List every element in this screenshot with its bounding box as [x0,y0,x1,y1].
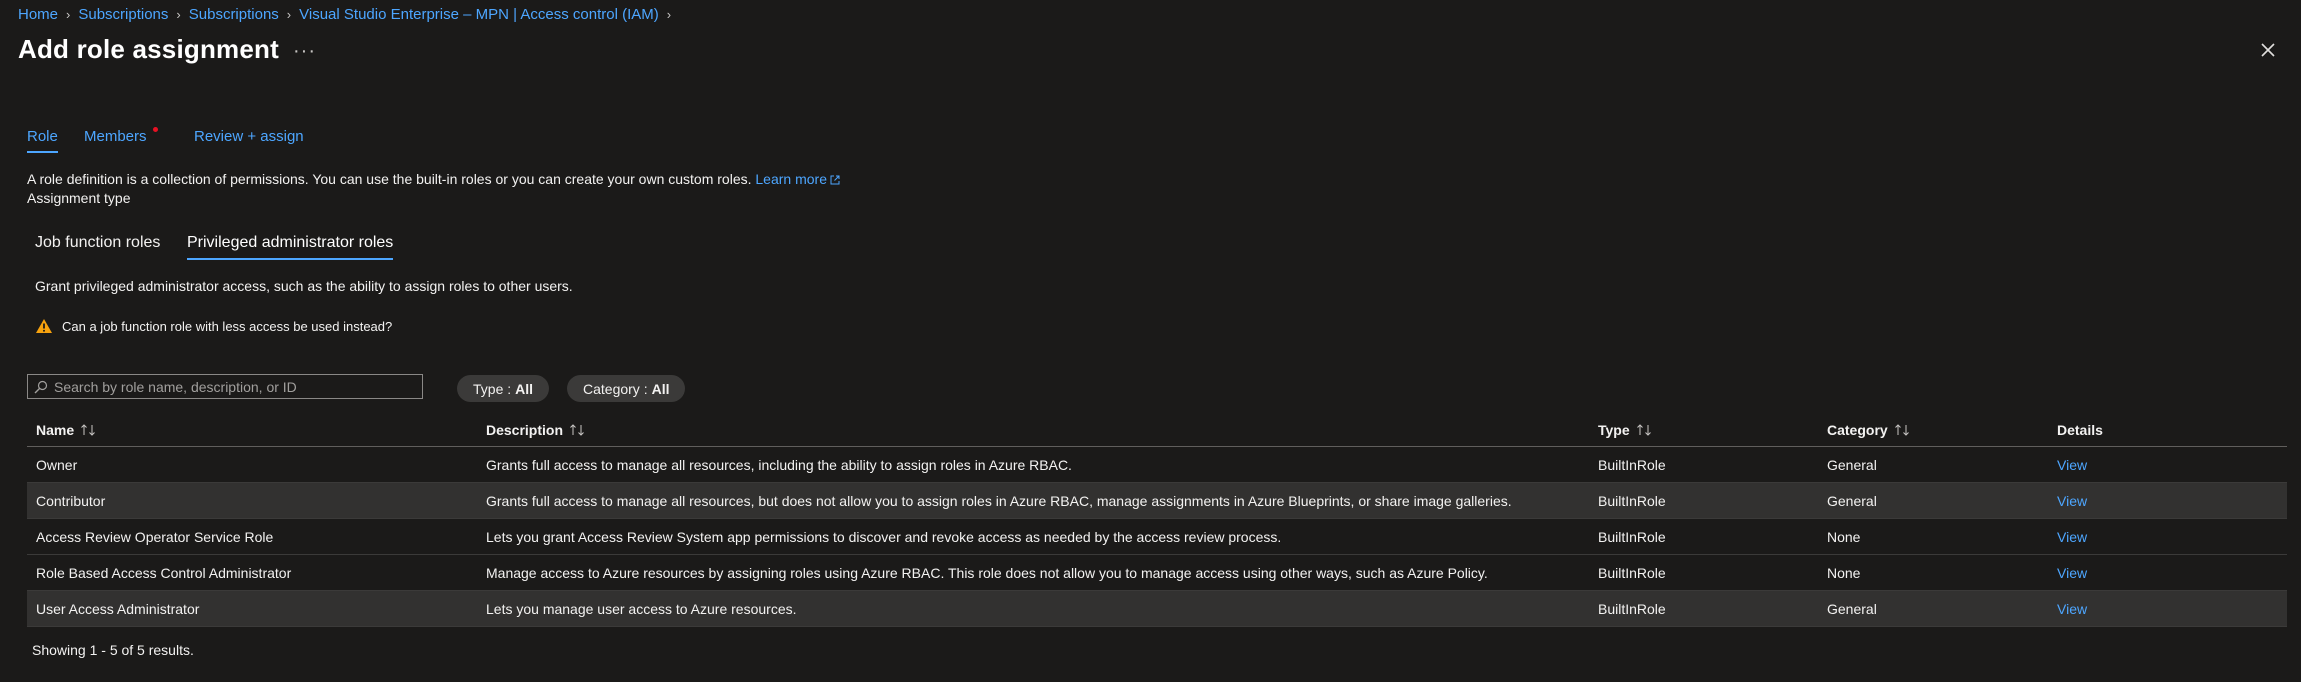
view-details-link[interactable]: View [2057,601,2087,617]
warning-text: Can a job function role with less access… [62,318,393,334]
column-header-details: Details [2057,421,2103,438]
more-options-icon[interactable]: ··· [293,40,316,63]
view-details-link[interactable]: View [2057,457,2087,473]
chevron-right-icon: › [176,6,181,22]
table-row[interactable]: Access Review Operator Service Role Lets… [27,519,2287,555]
tab-review-assign[interactable]: Review + assign [194,128,304,145]
warning-icon [36,319,52,333]
role-name: User Access Administrator [36,600,200,617]
breadcrumb-access-control[interactable]: Visual Studio Enterprise – MPN | Access … [299,6,659,23]
role-type: BuiltInRole [1598,492,1666,509]
role-name: Role Based Access Control Administrator [36,564,292,581]
view-details-link[interactable]: View [2057,529,2087,545]
view-details-link[interactable]: View [2057,493,2087,509]
search-box[interactable] [27,374,423,399]
learn-more-link[interactable]: Learn more [755,171,840,187]
filter-category-label: Category : [583,380,648,397]
role-type: BuiltInRole [1598,456,1666,473]
role-category: None [1827,528,1861,545]
chevron-right-icon: › [66,6,71,22]
table-row[interactable]: Owner Grants full access to manage all r… [27,447,2287,483]
page-title: Add role assignment [18,34,279,64]
role-description: Manage access to Azure resources by assi… [486,564,1488,581]
filter-category-pill[interactable]: Category : All [567,375,686,402]
search-icon [34,380,48,393]
external-link-icon [830,175,840,185]
column-header-name[interactable]: Name [36,413,96,446]
sort-icon [81,423,95,436]
table-row[interactable]: Role Based Access Control Administrator … [27,555,2287,591]
sort-icon [1894,423,1909,436]
column-header-type[interactable]: Type [1598,413,1652,446]
sort-icon [1636,423,1651,436]
breadcrumb-home[interactable]: Home [18,6,58,23]
intro-text: A role definition is a collection of per… [27,171,752,187]
role-description: Grants full access to manage all resourc… [486,456,1072,473]
roles-table: Name Description Type Category Details O… [27,413,2287,627]
role-definition-intro: A role definition is a collection of per… [27,171,840,187]
column-header-category[interactable]: Category [1827,413,1910,446]
filter-type-label: Type : [473,380,512,397]
table-row[interactable]: Contributor Grants full access to manage… [27,483,2287,519]
table-header-row: Name Description Type Category Details [27,413,2287,447]
role-type: BuiltInRole [1598,564,1666,581]
role-name: Access Review Operator Service Role [36,528,274,545]
tab-privileged-administrator-roles[interactable]: Privileged administrator roles [187,234,394,260]
learn-more-label: Learn more [755,171,827,187]
members-required-badge [153,127,158,132]
filter-category-value: All [651,380,670,397]
role-name: Contributor [36,492,106,509]
chevron-right-icon: › [666,6,672,22]
warning-message: Can a job function role with less access… [35,318,392,334]
privileged-roles-description: Grant privileged administrator access, s… [35,278,573,294]
role-name: Owner [36,456,78,473]
assignment-type-label: Assignment type [27,190,131,206]
breadcrumb: Home › Subscriptions › Subscriptions › V… [18,4,679,24]
role-description: Grants full access to manage all resourc… [486,492,1512,509]
filter-type-pill[interactable]: Type : All [457,375,550,402]
search-input[interactable] [48,377,422,396]
role-category: General [1827,456,1877,473]
breadcrumb-subscriptions-2[interactable]: Subscriptions [189,6,279,23]
role-type: BuiltInRole [1598,528,1666,545]
column-header-description[interactable]: Description [486,413,585,446]
tab-role[interactable]: Role [27,128,58,153]
tab-job-function-roles[interactable]: Job function roles [35,234,160,252]
role-description: Lets you grant Access Review System app … [486,528,1282,545]
sort-icon [570,423,584,436]
filter-type-value: All [515,380,534,397]
role-type: BuiltInRole [1598,600,1666,617]
results-summary: Showing 1 - 5 of 5 results. [32,642,194,658]
breadcrumb-subscriptions[interactable]: Subscriptions [78,6,168,23]
role-category: None [1827,564,1861,581]
role-category: General [1827,492,1877,509]
role-category: General [1827,600,1877,617]
view-details-link[interactable]: View [2057,565,2087,581]
chevron-right-icon: › [286,6,292,22]
table-row[interactable]: User Access Administrator Lets you manag… [27,591,2287,627]
tab-members[interactable]: Members [84,128,147,145]
role-description: Lets you manage user access to Azure res… [486,600,797,617]
close-icon[interactable] [2256,38,2280,62]
